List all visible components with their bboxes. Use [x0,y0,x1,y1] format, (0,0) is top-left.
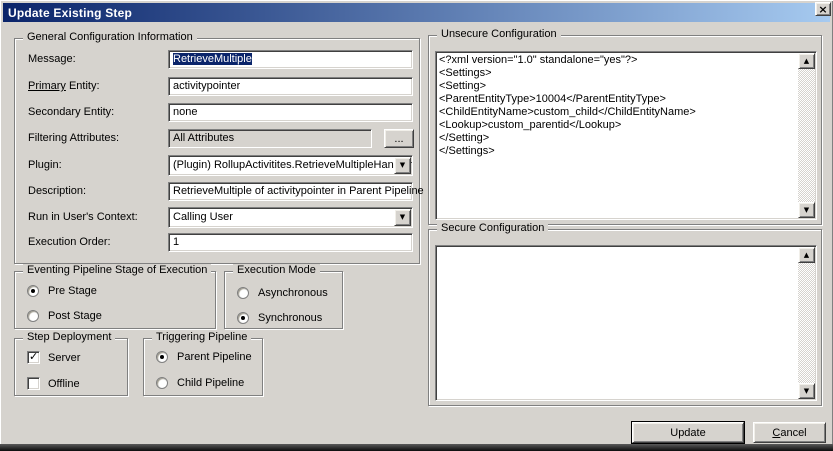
unsecure-configuration-group: Unsecure Configuration <?xml version="1.… [428,28,822,225]
scroll-up-button[interactable]: ▲ [798,53,815,69]
primary-entity-label: Primary Entity: [28,80,100,92]
secure-scrollbar[interactable]: ▲ ▼ [798,247,815,399]
pre-stage-label[interactable]: Pre Stage [48,285,97,297]
execution-order-label: Execution Order: [28,236,111,248]
parent-pipeline-label[interactable]: Parent Pipeline [177,351,252,363]
post-stage-radio[interactable] [27,310,39,322]
checkmark-icon: ✓ [29,350,39,363]
secure-configuration-group: Secure Configuration ▲ ▼ [428,222,822,406]
scroll-down-button[interactable]: ▼ [798,383,815,399]
title-bar[interactable]: Update Existing Step [3,3,830,22]
ellipsis-icon: ... [394,132,404,145]
execution-order-input[interactable]: 1 [168,233,413,252]
deployment-group: Step Deployment ✓ Server Offline [14,331,128,396]
pre-stage-radio[interactable] [27,285,39,297]
filtering-attributes-field: All Attributes [168,129,372,148]
child-pipeline-radio[interactable] [156,377,168,389]
scroll-up-button[interactable]: ▲ [798,247,815,263]
pipeline-group-legend: Triggering Pipeline [152,331,252,343]
scroll-down-icon: ▼ [803,386,810,395]
update-button[interactable]: Update [631,421,745,444]
scroll-down-button[interactable]: ▼ [798,202,815,218]
secondary-entity-label: Secondary Entity: [28,106,115,118]
plugin-label: Plugin: [28,159,62,171]
scroll-up-icon: ▲ [803,250,810,259]
server-label[interactable]: Server [48,352,80,364]
unsecure-scrollbar[interactable]: ▲ ▼ [798,53,815,218]
parent-pipeline-radio[interactable] [156,351,168,363]
plugin-dropdown-button[interactable]: ▼ [394,157,411,174]
primary-entity-input[interactable]: activitypointer [168,77,413,96]
cancel-button[interactable]: Cancel [753,422,826,443]
mode-group-legend: Execution Mode [233,264,320,276]
child-pipeline-label[interactable]: Child Pipeline [177,377,244,389]
chevron-down-icon: ▼ [399,213,406,221]
message-selected-text: RetrieveMultiple [173,53,252,65]
run-context-dropdown-button[interactable]: ▼ [394,209,411,226]
secure-configuration-content [439,248,796,398]
general-configuration-legend: General Configuration Information [23,31,197,43]
description-label: Description: [28,185,87,197]
deployment-group-legend: Step Deployment [23,331,116,343]
run-context-combobox[interactable]: Calling User ▼ [168,207,413,228]
asynchronous-label[interactable]: Asynchronous [258,287,328,299]
window-bottom-edge [0,444,833,451]
filtering-attributes-label: Filtering Attributes: [28,132,120,144]
chevron-down-icon: ▼ [399,161,406,169]
secure-configuration-legend: Secure Configuration [437,222,549,234]
description-input[interactable]: RetrieveMultiple of activitypointer in P… [168,182,424,201]
scroll-down-icon: ▼ [803,205,810,214]
pipeline-group: Triggering Pipeline Parent Pipeline Chil… [143,331,263,396]
close-icon: × [818,2,828,16]
offline-checkbox[interactable] [27,377,40,390]
secure-configuration-textarea[interactable]: ▲ ▼ [435,245,817,401]
stage-group: Eventing Pipeline Stage of Execution Pre… [14,264,216,329]
offline-label[interactable]: Offline [48,378,80,390]
unsecure-configuration-textarea[interactable]: <?xml version="1.0" standalone="yes"?> <… [435,51,817,220]
unsecure-configuration-legend: Unsecure Configuration [437,28,561,40]
server-checkbox[interactable]: ✓ [27,350,40,364]
mode-group: Execution Mode Asynchronous Synchronous [224,264,343,329]
message-label: Message: [28,53,76,65]
stage-group-legend: Eventing Pipeline Stage of Execution [23,264,212,276]
unsecure-configuration-content: <?xml version="1.0" standalone="yes"?> <… [439,54,696,157]
synchronous-label[interactable]: Synchronous [258,312,322,324]
filtering-attributes-browse-button[interactable]: ... [384,129,414,148]
synchronous-radio[interactable] [237,312,249,324]
run-context-label: Run in User's Context: [28,211,138,223]
dialog-title: Update Existing Step [8,5,133,20]
message-input[interactable]: RetrieveMultiple [168,50,413,69]
scroll-up-icon: ▲ [803,56,810,65]
close-button[interactable]: × [815,2,831,16]
dialog-window: Update Existing Step × General Configura… [0,0,833,451]
plugin-combobox[interactable]: (Plugin) RollupActivitites.RetrieveMulti… [168,155,413,176]
general-configuration-group: General Configuration Information [14,31,420,264]
asynchronous-radio[interactable] [237,287,249,299]
secondary-entity-input[interactable]: none [168,103,413,122]
post-stage-label[interactable]: Post Stage [48,310,102,322]
